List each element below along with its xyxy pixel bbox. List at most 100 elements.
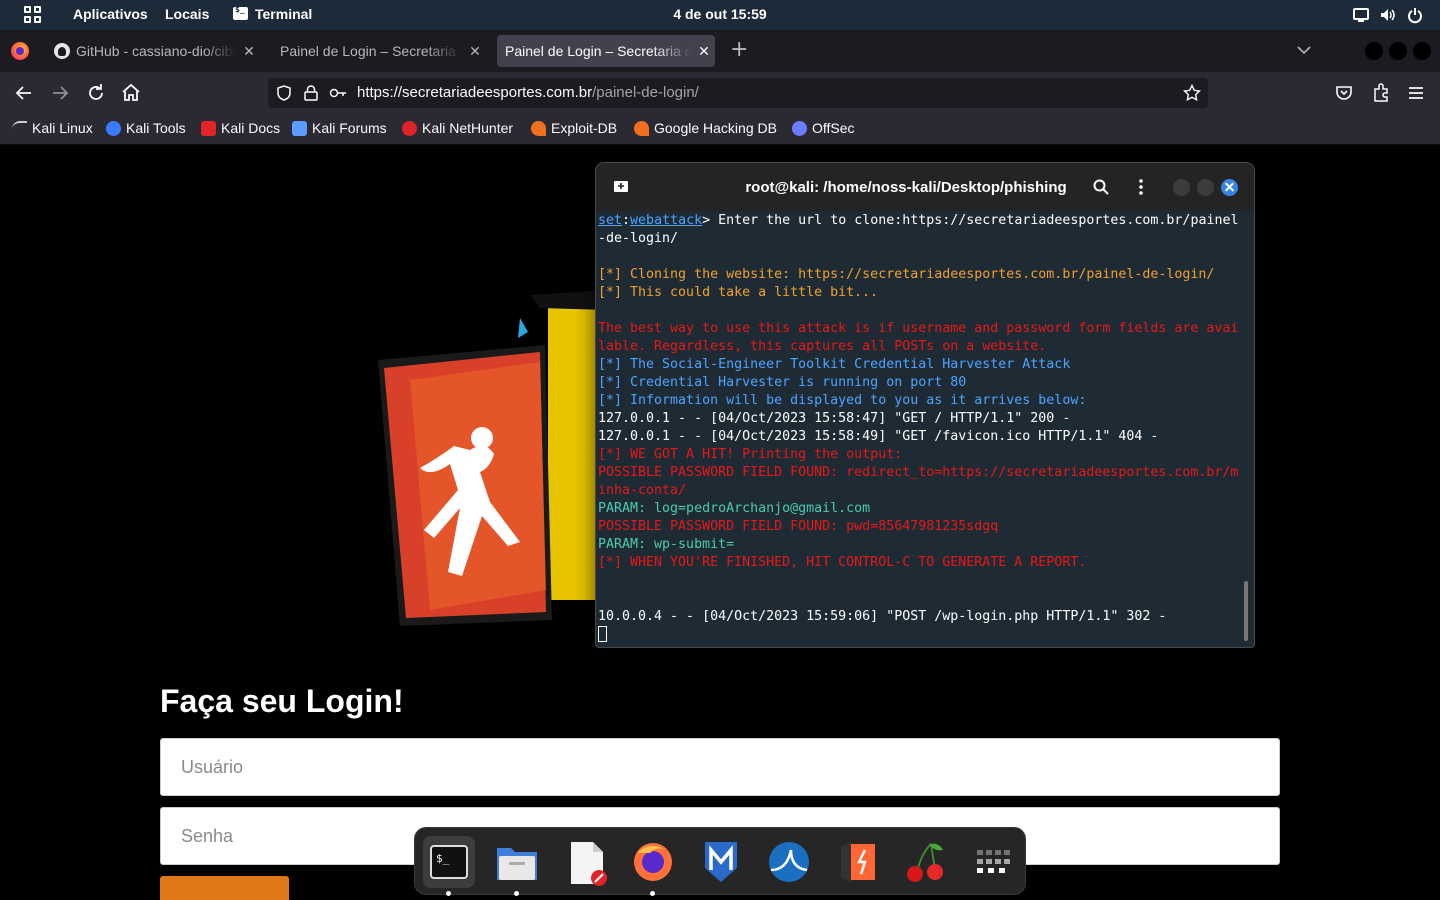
terminal-close-button[interactable] [1221,179,1238,196]
close-icon[interactable]: ✕ [240,35,258,67]
dock-firefox[interactable] [627,836,679,896]
kali-dragon-icon [12,121,27,136]
username-field[interactable]: Usuário [160,738,1280,796]
active-app-menu[interactable]: Terminal [255,6,312,22]
pocket-icon[interactable] [1332,81,1356,105]
back-arrow-icon[interactable] [12,81,36,105]
bookmark-kali-forums[interactable]: Kali Forums [292,120,387,138]
bookmark-kali-tools[interactable]: Kali Tools [106,120,186,138]
kali-docs-icon [201,121,216,136]
close-icon[interactable]: ✕ [695,35,713,67]
maximize-button[interactable] [1389,42,1407,60]
terminal-app-icon [233,5,248,20]
terminal-line: [*] WHEN YOU'RE FINISHED, HIT CONTROL-C … [598,555,1087,570]
volume-icon[interactable] [1379,6,1397,24]
extensions-icon[interactable] [1369,81,1393,105]
url-path: /painel-de-login/ [592,84,699,101]
bookmarks-toolbar: Kali Linux Kali Tools Kali Docs Kali For… [0,114,1440,145]
key-icon[interactable] [329,84,347,102]
screen-icon[interactable] [1352,6,1370,24]
bookmark-label: Kali Tools [126,120,186,136]
offsec-icon [792,121,807,136]
dock-wireshark[interactable] [763,836,815,888]
dock-files[interactable] [491,836,543,896]
browser-tab-bar: GitHub - cassiano-dio/cibersecurity ✕ Pa… [0,30,1440,72]
terminal-maximize-button[interactable] [1197,179,1214,196]
bookmark-label: Exploit-DB [551,120,618,136]
username-placeholder: Usuário [181,757,244,777]
terminal-title: root@kali: /home/noss-kali/Desktop/phish… [745,179,1067,196]
svg-text:$_: $_ [436,852,450,865]
bookmark-label: Kali Forums [312,120,387,136]
browser-nav-bar: https://secretariadeesportes.com.br/pain… [0,72,1440,114]
terminal-line: PARAM: log=pedroArchanjo@gmail.com [598,501,871,516]
terminal-line: 127.0.0.1 - - [04/Oct/2023 15:58:49] "GE… [598,429,1159,444]
tab-github[interactable]: GitHub - cassiano-dio/cibersecurity ✕ [54,35,260,67]
tab-label: Painel de Login – Secretaria de Esportes [280,43,462,59]
dock-burpsuite[interactable] [831,836,883,888]
applications-menu[interactable]: Aplicativos [73,6,148,22]
tab-label: Painel de Login – Secretaria de Esportes [505,43,691,59]
terminal-output[interactable]: set:webattack> Enter the url to clone:ht… [598,211,1246,647]
terminal-line: [*] Information will be displayed to you… [598,393,1087,408]
terminal-line: The best way to use this attack is if us… [598,321,1239,336]
running-indicator [514,891,519,896]
terminal-icon: $_ [430,845,468,879]
tab-list-chevron-icon[interactable] [1297,43,1311,57]
terminal-window[interactable]: root@kali: /home/noss-kali/Desktop/phish… [595,162,1255,648]
bookmark-kali-nethunter[interactable]: Kali NetHunter [402,120,513,138]
terminal-text: > Enter the url to clone:https://secreta… [702,213,1239,228]
bookmark-star-icon[interactable] [1183,84,1201,102]
text-editor-icon [571,842,607,886]
terminal-line: [*] The Social-Engineer Toolkit Credenti… [598,357,1071,372]
window-close-button[interactable] [1413,42,1431,60]
kali-nethunter-icon [402,121,417,136]
shield-icon[interactable] [275,84,293,102]
close-icon[interactable]: ✕ [466,35,484,67]
terminal-line: POSSIBLE PASSWORD FIELD FOUND: pwd=85647… [598,519,999,534]
places-menu[interactable]: Locais [165,6,209,22]
firefox-view-icon[interactable] [11,42,29,60]
bookmark-exploit-db[interactable]: Exploit-DB [531,120,617,138]
wireshark-icon [769,842,809,882]
reload-icon[interactable] [84,81,108,105]
dock-metasploit[interactable] [695,836,747,888]
clock[interactable]: 4 de out 15:59 [0,6,1440,22]
terminal-line: PARAM: wp-submit= [598,537,735,552]
new-tab-button[interactable]: + [730,39,748,61]
dock-terminal[interactable]: $_ [423,836,475,896]
login-button[interactable] [160,876,289,900]
bookmark-google-hacking-db[interactable]: Google Hacking DB [634,120,777,138]
terminal-scrollbar[interactable] [1244,581,1248,641]
terminal-line: [*] This could take a little bit... [598,285,879,300]
kali-forums-icon [292,121,307,136]
bookmark-label: OffSec [812,120,855,136]
terminal-minimize-button[interactable] [1173,179,1190,196]
bookmark-kali-linux[interactable]: Kali Linux [12,120,93,138]
terminal-line: POSSIBLE PASSWORD FIELD FOUND: redirect_… [598,465,1239,480]
power-icon[interactable] [1406,6,1424,24]
dock-text-editor[interactable] [559,836,611,888]
bookmark-kali-docs[interactable]: Kali Docs [201,120,280,138]
files-icon [497,848,537,880]
hamburger-menu-icon[interactable] [1404,81,1428,105]
dock-show-apps[interactable] [967,836,1019,888]
home-icon[interactable] [119,81,143,105]
sports-secretariat-logo [378,290,608,626]
url-bar[interactable]: https://secretariadeesportes.com.br/pain… [268,78,1208,108]
app-grid-icon[interactable] [24,6,41,23]
forward-arrow-icon[interactable] [48,81,72,105]
tab-painel-login-1[interactable]: Painel de Login – Secretaria de Esportes… [280,35,486,67]
bookmark-offsec[interactable]: OffSec [792,120,855,138]
lock-icon[interactable] [302,84,320,102]
search-icon[interactable] [1092,178,1110,196]
url-text[interactable]: https://secretariadeesportes.com.br/pain… [357,84,699,101]
minimize-button[interactable] [1365,42,1383,60]
dock-cherrytree[interactable] [899,836,951,888]
kebab-menu-icon[interactable] [1132,178,1150,196]
tab-painel-login-active[interactable]: Painel de Login – Secretaria de Esportes… [497,35,715,67]
burpsuite-icon [841,842,875,882]
show-apps-icon [977,850,1010,873]
